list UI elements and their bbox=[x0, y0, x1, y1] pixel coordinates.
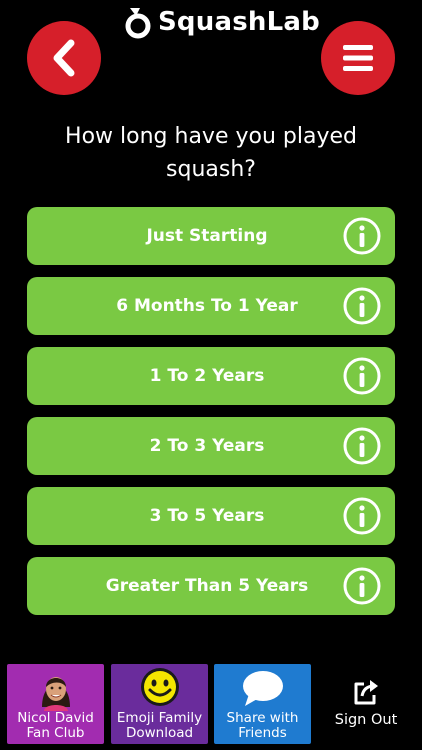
chevron-left-icon bbox=[53, 39, 75, 77]
experience-options: Just Starting 6 Months To 1 Year 1 To 2 … bbox=[27, 207, 395, 627]
back-button[interactable] bbox=[27, 21, 101, 95]
tile-label: Emoji Family Download bbox=[116, 710, 203, 741]
app-title: SquashLab bbox=[158, 7, 320, 37]
option-label: 1 To 2 Years bbox=[149, 366, 265, 386]
option-label: 2 To 3 Years bbox=[149, 436, 265, 456]
speech-bubble-icon bbox=[242, 671, 283, 706]
header: SquashLab bbox=[0, 0, 422, 110]
app-logo: SquashLab bbox=[124, 2, 320, 42]
emoji-family-download-button[interactable]: Emoji Family Download bbox=[111, 664, 208, 744]
option-2-to-3-years[interactable]: 2 To 3 Years bbox=[27, 417, 395, 475]
info-icon[interactable] bbox=[343, 567, 381, 605]
hamburger-menu-icon bbox=[343, 45, 373, 71]
option-label: 3 To 5 Years bbox=[149, 506, 265, 526]
squashlab-logo-icon bbox=[125, 8, 151, 39]
smiley-icon bbox=[140, 668, 179, 706]
menu-button[interactable] bbox=[321, 21, 395, 95]
info-icon[interactable] bbox=[343, 357, 381, 395]
option-label: Just Starting bbox=[146, 226, 268, 246]
info-icon[interactable] bbox=[343, 217, 381, 255]
question-text: How long have you played squash? bbox=[65, 124, 357, 182]
option-just-starting[interactable]: Just Starting bbox=[27, 207, 395, 265]
info-icon[interactable] bbox=[343, 427, 381, 465]
bottom-bar: Nicol David Fan Club Emoji Family Downlo… bbox=[0, 662, 422, 750]
info-icon[interactable] bbox=[343, 287, 381, 325]
option-3-to-5-years[interactable]: 3 To 5 Years bbox=[27, 487, 395, 545]
avatar-icon bbox=[41, 677, 70, 711]
info-icon[interactable] bbox=[343, 497, 381, 535]
sign-out-icon bbox=[354, 680, 378, 705]
share-with-friends-button[interactable]: Share with Friends bbox=[214, 664, 311, 744]
tile-label: Nicol David Fan Club bbox=[17, 710, 94, 741]
option-label: Greater Than 5 Years bbox=[105, 576, 309, 596]
option-6-months-to-1-year[interactable]: 6 Months To 1 Year bbox=[27, 277, 395, 335]
option-greater-than-5-years[interactable]: Greater Than 5 Years bbox=[27, 557, 395, 615]
tile-label: Sign Out bbox=[334, 712, 398, 728]
option-1-to-2-years[interactable]: 1 To 2 Years bbox=[27, 347, 395, 405]
nicol-david-fan-club-button[interactable]: Nicol David Fan Club bbox=[7, 664, 104, 744]
sign-out-button[interactable]: Sign Out bbox=[320, 664, 412, 744]
option-label: 6 Months To 1 Year bbox=[116, 296, 298, 316]
tile-label: Share with Friends bbox=[226, 710, 299, 741]
